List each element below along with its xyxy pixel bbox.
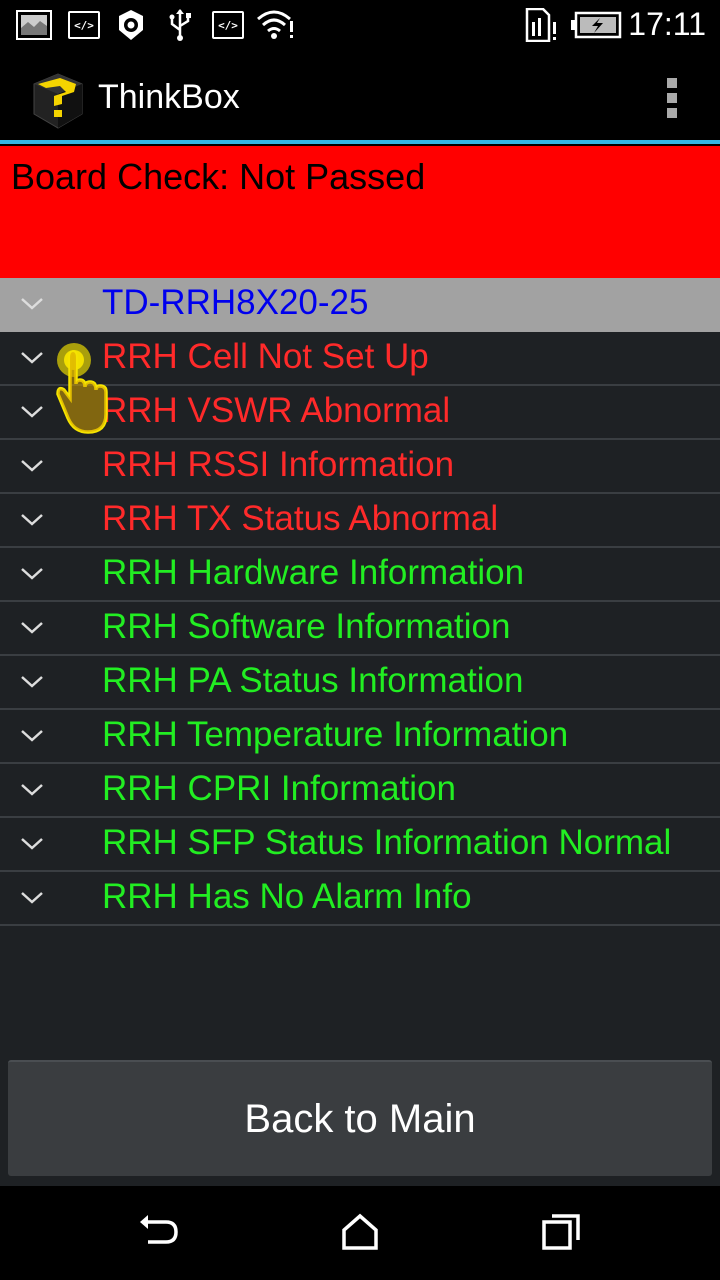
code-icon: </> xyxy=(68,11,100,39)
chevron-down-icon xyxy=(21,838,43,850)
overflow-menu-icon[interactable] xyxy=(664,78,680,118)
clock: 17:11 xyxy=(628,6,706,42)
settings-icon xyxy=(114,8,148,42)
chevron-down-icon xyxy=(21,892,43,904)
list-item[interactable]: RRH Has No Alarm Info xyxy=(0,872,720,926)
list-item-label: RRH Software Information xyxy=(102,607,511,646)
list-item-label: RRH PA Status Information xyxy=(102,661,524,700)
usb-icon xyxy=(166,8,194,42)
board-check-text: Board Check: Not Passed xyxy=(11,156,426,197)
list-item[interactable]: RRH RSSI Information xyxy=(0,440,720,494)
list-item[interactable]: RRH Software Information xyxy=(0,602,720,656)
list-item-label: RRH RSSI Information xyxy=(102,445,455,484)
list-item[interactable]: RRH TX Status Abnormal xyxy=(0,494,720,548)
status-bar: </> </> 17:11 xyxy=(0,0,720,50)
sim-alert-icon xyxy=(524,8,560,42)
wifi-icon xyxy=(256,8,296,42)
battery-charging-icon xyxy=(570,8,622,42)
chevron-down-icon xyxy=(21,568,43,580)
list-item-label: RRH Cell Not Set Up xyxy=(102,337,429,376)
chevron-down-icon xyxy=(21,406,43,418)
home-icon[interactable] xyxy=(338,1212,382,1252)
list-item-label: RRH TX Status Abnormal xyxy=(102,499,499,538)
pointer-hand-icon xyxy=(52,340,116,438)
app-title: ThinkBox xyxy=(98,78,240,116)
chevron-down-icon xyxy=(21,622,43,634)
chevron-down-icon xyxy=(21,352,43,364)
list-item[interactable]: RRH SFP Status Information Normal xyxy=(0,818,720,872)
list-item-label: RRH Hardware Information xyxy=(102,553,525,592)
image-icon xyxy=(16,8,52,42)
chevron-down-icon xyxy=(21,460,43,472)
list-item[interactable]: RRH CPRI Information xyxy=(0,764,720,818)
list-item[interactable]: RRH Temperature Information xyxy=(0,710,720,764)
device-group-header[interactable]: TD-RRH8X20-25 xyxy=(0,278,720,332)
navigation-bar xyxy=(0,1186,720,1280)
chevron-down-icon xyxy=(21,298,43,310)
chevron-down-icon xyxy=(21,676,43,688)
back-to-main-button[interactable]: Back to Main xyxy=(8,1060,712,1176)
list-item-label: RRH Temperature Information xyxy=(102,715,569,754)
board-check-banner: Board Check: Not Passed xyxy=(0,146,720,278)
chevron-down-icon xyxy=(21,784,43,796)
chevron-down-icon xyxy=(21,730,43,742)
list-item-label: RRH Has No Alarm Info xyxy=(102,877,472,916)
code-icon: </> xyxy=(212,11,244,39)
back-icon[interactable] xyxy=(136,1212,180,1252)
chevron-down-icon xyxy=(21,514,43,526)
action-bar: ThinkBox xyxy=(0,50,720,144)
recents-icon[interactable] xyxy=(540,1212,584,1252)
device-name: TD-RRH8X20-25 xyxy=(102,283,369,322)
list-item[interactable]: RRH PA Status Information xyxy=(0,656,720,710)
thinkbox-logo-icon xyxy=(30,70,84,130)
list-item-label: RRH VSWR Abnormal xyxy=(102,391,451,430)
list-item[interactable]: RRH Hardware Information xyxy=(0,548,720,602)
list-item-label: RRH SFP Status Information Normal xyxy=(102,823,672,862)
list-item-label: RRH CPRI Information xyxy=(102,769,456,808)
